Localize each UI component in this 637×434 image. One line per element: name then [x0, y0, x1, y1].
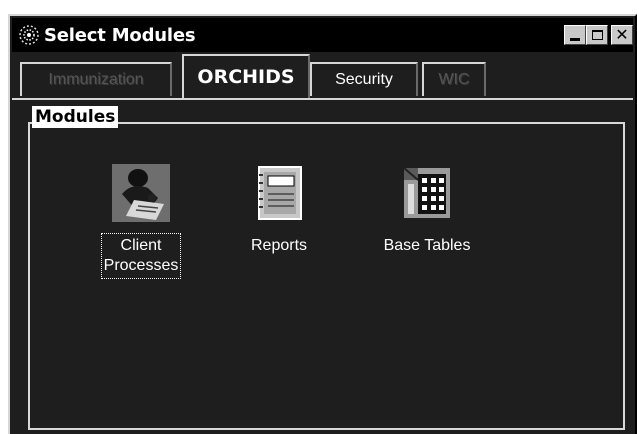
tab-panel: Client Processes Reports Base Tables Mod…	[12, 98, 633, 434]
modules-group-label: Modules	[32, 106, 119, 128]
gear-dots-icon	[19, 25, 39, 45]
notebook-icon	[250, 164, 308, 222]
close-button[interactable]: ✕	[611, 25, 633, 45]
window-controls: ✕	[564, 25, 633, 45]
module-reports[interactable]: Reports	[224, 164, 334, 258]
module-label: Base Tables	[383, 237, 471, 254]
client-person-icon	[112, 164, 170, 222]
module-base-tables[interactable]: Base Tables	[362, 164, 492, 258]
module-label-line1: Client	[120, 237, 162, 254]
tab-wic[interactable]: WIC	[422, 62, 486, 96]
module-client-processes[interactable]: Client Processes	[86, 164, 196, 279]
module-label: Reports	[250, 237, 308, 254]
module-label: Client Processes	[100, 233, 182, 279]
module-label-line2: Processes	[103, 257, 179, 274]
minimize-icon	[570, 38, 580, 41]
tab-immunization[interactable]: Immunization	[20, 62, 172, 96]
minimize-button[interactable]	[564, 25, 586, 45]
select-modules-window: Select Modules ✕ Immunization ORCHIDS Se…	[8, 14, 637, 434]
maximize-icon	[591, 30, 603, 40]
tab-orchids[interactable]: ORCHIDS	[182, 54, 310, 98]
title-bar[interactable]: Select Modules ✕	[12, 18, 633, 52]
close-icon: ✕	[615, 25, 629, 44]
table-grid-icon	[398, 164, 456, 222]
maximize-button[interactable]	[586, 25, 608, 45]
tab-security[interactable]: Security	[310, 62, 418, 96]
modules-groupbox: Client Processes Reports Base Tables	[28, 122, 625, 430]
window-title: Select Modules	[44, 24, 196, 46]
tab-strip: Immunization ORCHIDS Security WIC	[12, 54, 633, 98]
